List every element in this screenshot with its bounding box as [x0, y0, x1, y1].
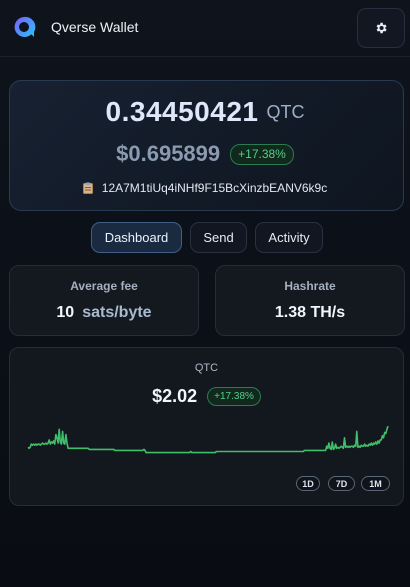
price-value: $2.02 — [152, 386, 198, 406]
clipboard-icon[interactable] — [82, 182, 93, 194]
price-chart-card: QTC $2.02 +17.38% 1D 7D 1M — [9, 347, 404, 506]
range-1d-button[interactable]: 1D — [296, 476, 320, 491]
price-row: $2.02 +17.38% — [10, 386, 403, 407]
wallet-app: Qverse Wallet 0.34450421 QTC $0.695899 +1… — [0, 0, 410, 587]
app-header: Qverse Wallet — [0, 0, 410, 57]
average-fee-label: Average fee — [70, 279, 138, 293]
balance-change-badge: +17.38% — [230, 143, 294, 165]
hashrate-label: Hashrate — [284, 279, 336, 293]
price-sparkline — [27, 425, 389, 454]
sparkline-series — [27, 425, 389, 454]
wallet-address[interactable]: 12A7M1tiUq4iNHf9F15BcXinzbEANV6k9c — [102, 181, 327, 195]
qverse-logo-icon — [14, 16, 36, 37]
average-fee-card: Average fee 10 sats/byte — [9, 265, 199, 336]
gear-icon — [376, 22, 387, 34]
tab-send[interactable]: Send — [190, 222, 247, 253]
tab-dashboard[interactable]: Dashboard — [91, 222, 182, 253]
range-1m-button[interactable]: 1M — [361, 476, 390, 491]
chart-asset-label: QTC — [194, 362, 219, 374]
app-title: Qverse Wallet — [51, 19, 139, 35]
tab-activity[interactable]: Activity — [255, 222, 323, 253]
average-fee-value: 10 sats/byte — [10, 304, 198, 322]
address-row[interactable]: 12A7M1tiUq4iNHf9F15BcXinzbEANV6k9c — [0, 181, 410, 195]
hashrate-value: 1.38 TH/s — [274, 304, 346, 321]
fee-number: 10 — [56, 304, 75, 321]
fiat-balance: $0.695899 — [116, 141, 221, 166]
balance-row: 0.34450421 QTC — [0, 96, 410, 128]
hashrate-card: Hashrate 1.38 TH/s — [215, 265, 405, 336]
balance-amount: 0.34450421 — [105, 96, 259, 127]
price-change-badge: +17.38% — [207, 387, 261, 406]
settings-button[interactable] — [357, 8, 405, 48]
fiat-row: $0.695899 +17.38% — [0, 141, 410, 167]
fee-unit: sats/byte — [82, 304, 152, 321]
range-7d-button[interactable]: 7D — [328, 476, 355, 491]
balance-unit: QTC — [266, 102, 305, 122]
